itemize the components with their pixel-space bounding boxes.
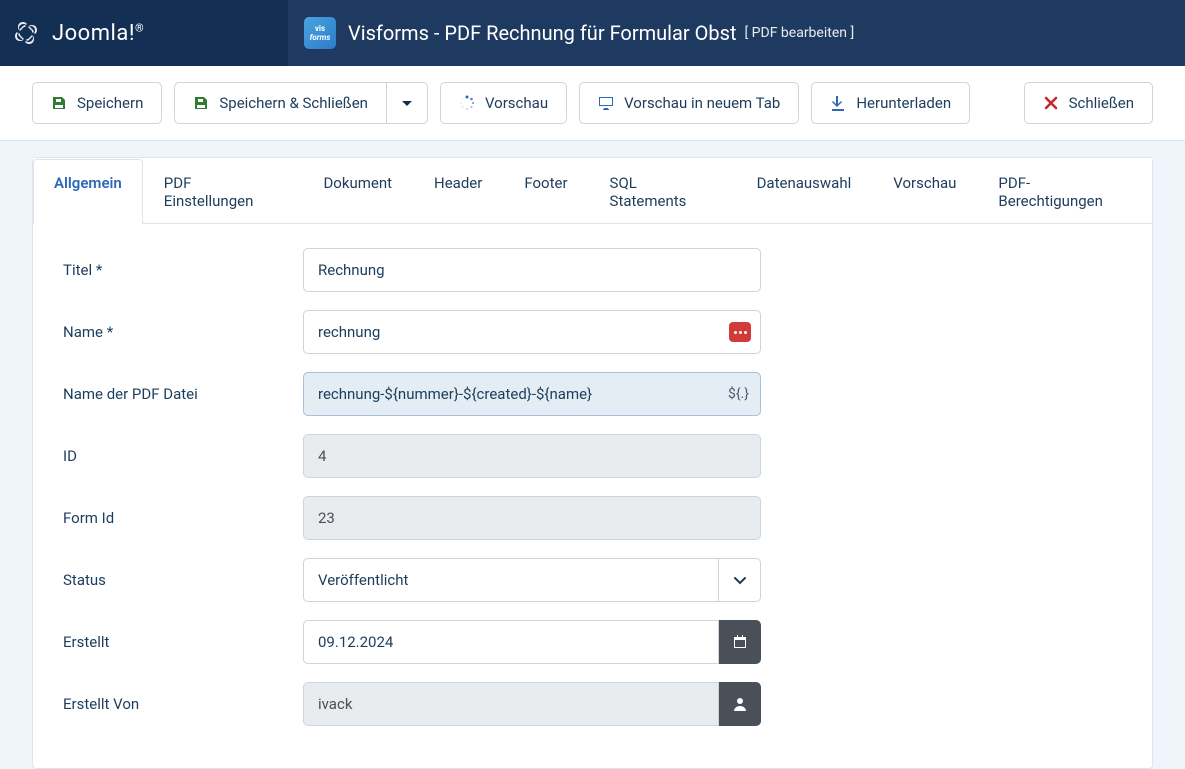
tab-dokument[interactable]: Dokument — [302, 159, 413, 224]
input-pdfname[interactable] — [303, 372, 761, 416]
tab-pdf-einstellungen[interactable]: PDF Einstellungen — [143, 159, 303, 224]
label-formid: Form Id — [63, 509, 303, 527]
input-formid — [303, 496, 761, 540]
toolbar: Speichern Speichern & Schließen Vorschau… — [0, 66, 1185, 141]
joomla-icon — [10, 17, 42, 49]
chevron-down-icon — [399, 95, 415, 111]
download-button[interactable]: Herunterladen — [811, 82, 970, 124]
tab-header[interactable]: Header — [413, 159, 503, 224]
preview-button[interactable]: Vorschau — [440, 82, 567, 124]
close-icon — [1043, 95, 1059, 111]
close-button[interactable]: Schließen — [1024, 82, 1153, 124]
tab-berechtigungen[interactable]: PDF-Berechtigungen — [977, 159, 1152, 224]
input-name[interactable] — [303, 310, 761, 354]
label-status: Status — [63, 571, 303, 589]
label-titel: Titel * — [63, 261, 303, 279]
tab-vorschau[interactable]: Vorschau — [872, 159, 977, 224]
select-status[interactable] — [303, 558, 719, 602]
user-icon — [732, 696, 748, 712]
save-icon — [193, 95, 209, 111]
label-name: Name * — [63, 323, 303, 341]
row-formid: Form Id — [63, 496, 1122, 540]
brand-text: Joomla!® — [52, 21, 144, 46]
user-picker-button[interactable] — [719, 682, 761, 726]
download-icon — [830, 95, 846, 111]
input-id — [303, 434, 761, 478]
row-titel: Titel * — [63, 248, 1122, 292]
label-pdfname: Name der PDF Datei — [63, 385, 303, 403]
row-id: ID — [63, 434, 1122, 478]
save-close-button[interactable]: Speichern & Schließen — [174, 82, 386, 124]
joomla-logo[interactable]: Joomla!® — [10, 17, 144, 49]
form-body: Titel * Name * Name der PDF Datei ${.} — [33, 224, 1152, 768]
logo-area: Joomla!® — [0, 0, 288, 66]
monitor-icon — [598, 95, 614, 111]
row-name: Name * — [63, 310, 1122, 354]
spinner-icon — [459, 95, 475, 111]
status-dropdown-button[interactable] — [719, 558, 761, 602]
row-created: Erstellt — [63, 620, 1122, 664]
tabs: Allgemein PDF Einstellungen Dokument Hea… — [33, 158, 1152, 224]
page-subtitle: [ PDF bearbeiten ] — [745, 25, 855, 41]
label-id: ID — [63, 447, 303, 465]
input-titel[interactable] — [303, 248, 761, 292]
template-hint: ${.} — [728, 386, 749, 402]
calendar-icon — [732, 634, 748, 650]
row-createdby: Erstellt Von — [63, 682, 1122, 726]
row-pdfname: Name der PDF Datei ${.} — [63, 372, 1122, 416]
title-bar: visforms Visforms - PDF Rechnung für For… — [288, 0, 1185, 66]
chevron-down-icon — [732, 572, 748, 588]
label-createdby: Erstellt Von — [63, 695, 303, 713]
input-createdby[interactable] — [303, 682, 719, 726]
input-created[interactable] — [303, 620, 719, 664]
save-dropdown-button[interactable] — [386, 82, 428, 124]
panel: Allgemein PDF Einstellungen Dokument Hea… — [32, 157, 1153, 769]
name-options-icon[interactable] — [729, 322, 751, 342]
tab-footer[interactable]: Footer — [503, 159, 588, 224]
preview-new-tab-button[interactable]: Vorschau in neuem Tab — [579, 82, 799, 124]
tab-sql[interactable]: SQL Statements — [589, 159, 736, 224]
app-icon: visforms — [304, 17, 336, 49]
row-status: Status — [63, 558, 1122, 602]
header: Joomla!® visforms Visforms - PDF Rechnun… — [0, 0, 1185, 66]
tab-datenauswahl[interactable]: Datenauswahl — [736, 159, 873, 224]
content-area: Allgemein PDF Einstellungen Dokument Hea… — [0, 141, 1185, 769]
calendar-button[interactable] — [719, 620, 761, 664]
tab-allgemein[interactable]: Allgemein — [33, 159, 143, 224]
label-created: Erstellt — [63, 633, 303, 651]
save-icon — [51, 95, 67, 111]
save-button[interactable]: Speichern — [32, 82, 162, 124]
page-title: Visforms - PDF Rechnung für Formular Obs… — [348, 21, 737, 45]
save-close-group: Speichern & Schließen — [174, 82, 428, 124]
